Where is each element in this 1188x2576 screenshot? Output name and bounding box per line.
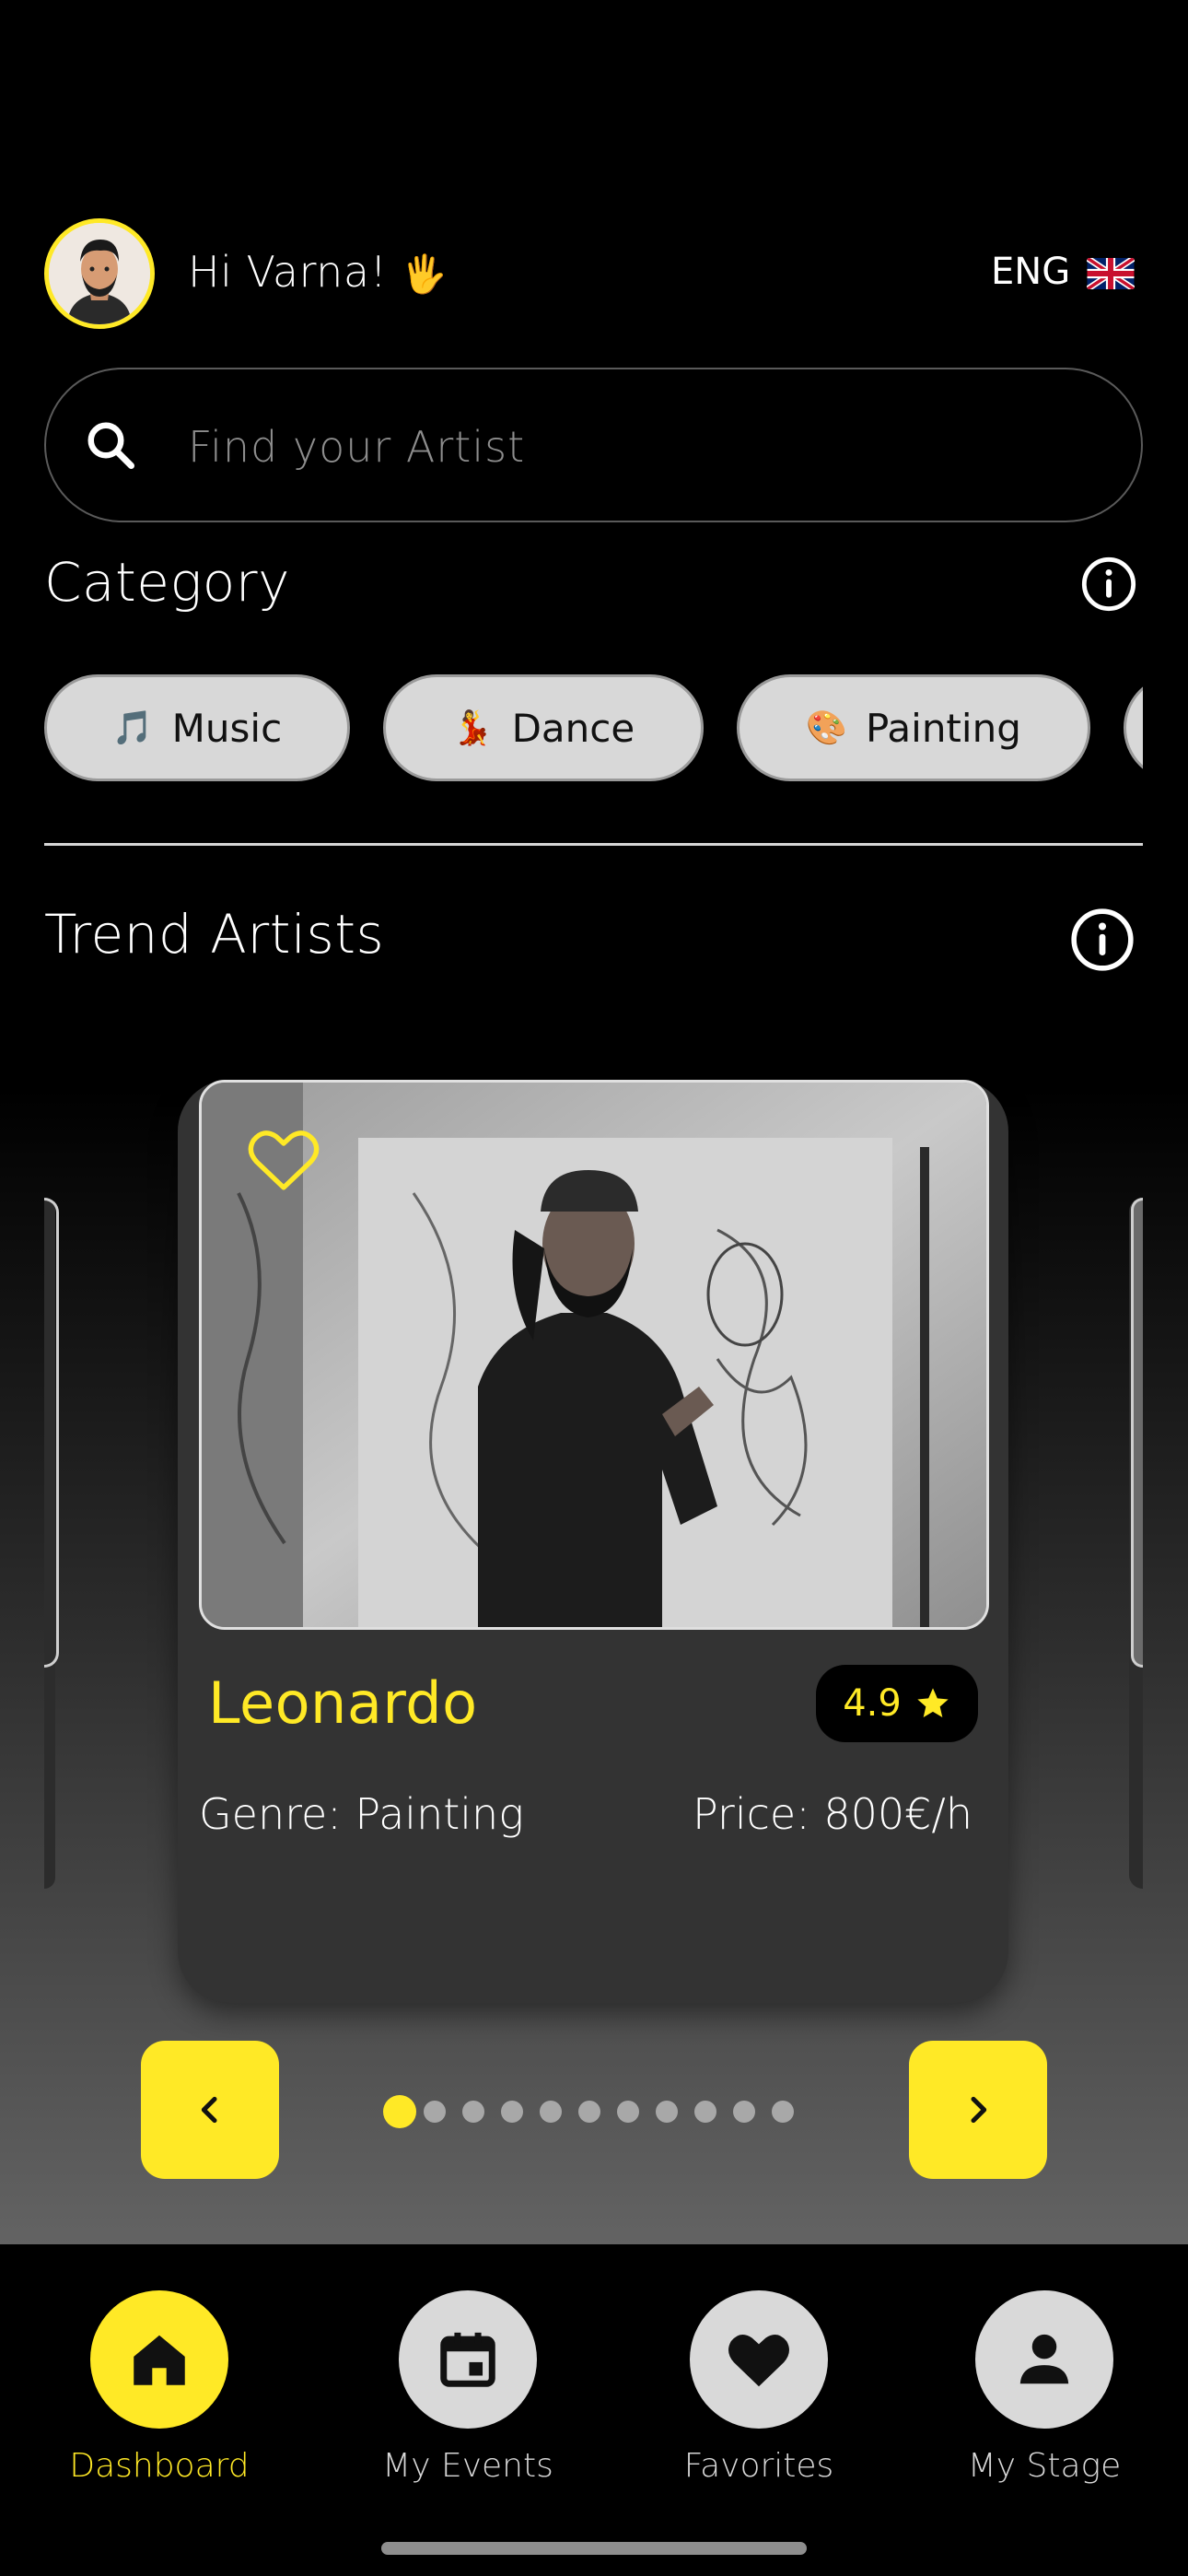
trend-info-icon[interactable]: [1068, 906, 1136, 974]
avatar[interactable]: [44, 218, 155, 329]
tab-dashboard-circle: [90, 2290, 228, 2429]
avatar-image: [49, 223, 150, 324]
tab-my-stage[interactable]: My Stage: [938, 2290, 1150, 2485]
chip-label: Painting: [865, 705, 1021, 751]
heart-outline-icon[interactable]: [247, 1126, 320, 1194]
pager-dot[interactable]: [617, 2101, 639, 2123]
rating-value: 4.9: [843, 1682, 902, 1725]
heart-icon: [728, 2335, 789, 2387]
dancer-icon: 💃: [451, 709, 494, 747]
pager-dot[interactable]: [656, 2101, 678, 2123]
chip-music[interactable]: 🎵 Music: [44, 674, 350, 781]
pager-dot[interactable]: [424, 2101, 446, 2123]
chip-label: Dance: [511, 705, 635, 751]
music-note-icon: 🎵: [111, 709, 154, 747]
chip-more[interactable]: [1124, 674, 1143, 781]
palette-icon: 🎨: [806, 709, 847, 747]
chevron-right-icon: [971, 2096, 987, 2124]
tab-my-events-circle: [399, 2290, 537, 2429]
search-icon: [87, 422, 134, 469]
next-artist-photo: [1131, 1198, 1143, 1668]
artist-genre: Genre: Painting: [199, 1789, 524, 1839]
artist-price: Price: 800€/h: [693, 1789, 973, 1839]
chip-label: Music: [171, 705, 283, 751]
language-label[interactable]: ENG: [991, 251, 1070, 293]
tab-dashboard[interactable]: Dashboard: [53, 2290, 265, 2485]
tab-my-stage-circle: [975, 2290, 1113, 2429]
artist-name: Leonardo: [208, 1669, 478, 1737]
chip-painting[interactable]: 🎨 Painting: [737, 674, 1090, 781]
pager-dot[interactable]: [694, 2101, 716, 2123]
home-indicator: [381, 2542, 807, 2555]
greeting: Hi Varna! 🖐: [188, 247, 448, 297]
category-chips: 🎵 Music 💃 Dance 🎨 Painting: [44, 673, 1143, 785]
uk-flag-graphic: [1087, 258, 1135, 289]
next-button[interactable]: [909, 2041, 1047, 2179]
tab-label: Dashboard: [69, 2447, 250, 2485]
divider: [44, 843, 1143, 846]
pager-dot[interactable]: [733, 2101, 755, 2123]
uk-flag-icon[interactable]: [1087, 258, 1135, 289]
greeting-text: Hi Varna!: [188, 247, 388, 297]
pager-dot[interactable]: [578, 2101, 600, 2123]
chip-dance[interactable]: 💃 Dance: [383, 674, 704, 781]
tab-favorites-circle: [690, 2290, 828, 2429]
category-info-icon[interactable]: [1079, 555, 1138, 614]
tab-label: Favorites: [683, 2447, 834, 2485]
calendar-icon: [440, 2332, 495, 2387]
trend-artists-title: Trend Artists: [44, 903, 385, 966]
tab-label: My Stage: [967, 2447, 1122, 2485]
tab-favorites[interactable]: Favorites: [653, 2290, 865, 2485]
person-icon: [1019, 2334, 1069, 2384]
tab-my-events[interactable]: My Events: [362, 2290, 574, 2485]
home-icon: [134, 2335, 185, 2385]
pager-dot[interactable]: [462, 2101, 484, 2123]
pager-dot[interactable]: [772, 2101, 794, 2123]
pager-dot[interactable]: [501, 2101, 523, 2123]
tab-label: My Events: [382, 2447, 553, 2485]
pager-dot[interactable]: [540, 2101, 562, 2123]
search-input[interactable]: [188, 405, 1017, 488]
previous-artist-photo: [44, 1198, 59, 1668]
star-icon: [917, 1688, 949, 1717]
previous-button[interactable]: [141, 2041, 279, 2179]
pager-dot-active[interactable]: [383, 2095, 416, 2128]
rating-badge: 4.9: [816, 1665, 978, 1742]
chevron-left-icon: [201, 2096, 217, 2124]
waving-hand-icon: 🖐: [401, 253, 448, 296]
category-title: Category: [44, 551, 290, 614]
